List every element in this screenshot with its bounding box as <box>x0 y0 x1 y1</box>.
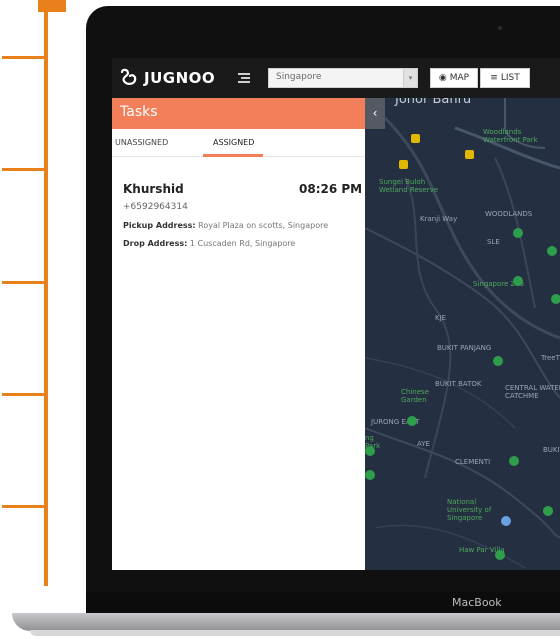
map-pin-icon[interactable] <box>543 506 553 516</box>
logo-text: JUGNOO <box>144 69 216 87</box>
map-label-central: CENTRAL WATER CATCHME <box>505 384 560 400</box>
map-label-bukit-panjang: BUKIT PANJANG <box>437 344 492 352</box>
tab-assigned[interactable]: ASSIGNED <box>213 138 254 147</box>
pickup-label: Pickup Address: <box>123 221 196 230</box>
map-pin-icon[interactable] <box>365 446 375 456</box>
map-label-chinese-garden: Chinese Garden <box>401 388 429 404</box>
list-view-button[interactable]: ≡ LIST <box>480 68 530 88</box>
map-label-sungei-buloh: Sungei Buloh Wetland Reserve <box>379 178 439 194</box>
task-card[interactable]: Khurshid 08:26 PM +6592964314 Pickup Add… <box>112 157 365 248</box>
laptop-base-shadow <box>30 630 560 636</box>
list-button-label: LIST <box>500 73 520 83</box>
list-icon: ≡ <box>490 73 498 83</box>
stage: MacBook JUGNOO Singapore ▾ ◉ MAP ≡ LIST … <box>0 0 560 639</box>
pickup-value: Royal Plaza on scotts, Singapore <box>198 221 329 230</box>
timeline-marker <box>38 0 66 12</box>
timeline-tick <box>2 393 46 396</box>
task-drop-address: Drop Address: 1 Cuscaden Rd, Singapore <box>123 239 295 248</box>
jugnoo-logo[interactable]: JUGNOO <box>118 65 215 91</box>
map-pin-icon[interactable] <box>495 550 505 560</box>
jugnoo-logo-icon <box>120 68 137 85</box>
laptop-base <box>12 613 560 631</box>
map-label-kranji: Kranji Way <box>420 215 458 223</box>
chevron-down-icon: ▾ <box>403 69 417 87</box>
map-pin-icon[interactable] <box>513 228 523 238</box>
timeline-line <box>44 0 48 586</box>
map-button-label: MAP <box>449 73 470 83</box>
map-marker-icon[interactable] <box>465 150 474 159</box>
map-label-sle: SLE <box>487 238 500 246</box>
map-marker-icon[interactable] <box>411 134 420 143</box>
globe-icon: ◉ <box>438 73 447 83</box>
map-pin-icon[interactable] <box>513 276 523 286</box>
map-label-bukit: BUKIT <box>543 446 560 454</box>
map-pin-icon[interactable] <box>501 516 511 526</box>
map-marker-icon[interactable] <box>399 160 408 169</box>
map-pin-icon[interactable] <box>365 470 375 480</box>
timeline-tick <box>2 505 46 508</box>
map-pin-icon[interactable] <box>509 456 519 466</box>
task-customer-name: Khurshid <box>123 182 184 196</box>
map-pin-icon[interactable] <box>551 294 560 304</box>
task-pickup-address: Pickup Address: Royal Plaza on scotts, S… <box>123 221 328 230</box>
tab-unassigned[interactable]: UNASSIGNED <box>115 138 168 147</box>
timeline-tick <box>2 281 46 284</box>
app-header: JUGNOO Singapore ▾ ◉ MAP ≡ LIST <box>112 58 560 98</box>
task-time: 08:26 PM <box>299 182 363 196</box>
map-pin-icon[interactable] <box>547 246 557 256</box>
map-label-aye: AYE <box>417 440 430 448</box>
timeline-tick <box>2 168 46 171</box>
laptop-screen: JUGNOO Singapore ▾ ◉ MAP ≡ LIST Tasks UN… <box>112 58 560 570</box>
tasks-title: Tasks <box>120 104 158 120</box>
drop-value: 1 Cuscaden Rd, Singapore <box>189 239 296 248</box>
map-label-bukit-batok: BUKIT BATOK <box>435 380 482 388</box>
city-select[interactable]: Singapore ▾ <box>268 68 418 88</box>
map-label-clementi: CLEMENTI <box>455 458 491 466</box>
map-label-johor-bahru: Johor Bahru <box>395 98 472 107</box>
laptop-brand: MacBook <box>452 596 502 609</box>
collapse-panel-button[interactable]: ‹ <box>365 98 385 129</box>
map-label-treetop: TreeT <box>541 354 560 362</box>
menu-icon[interactable] <box>238 72 250 84</box>
tasks-panel: Tasks UNASSIGNED ASSIGNED Khurshid 08:26… <box>112 98 365 570</box>
map-view[interactable]: ‹ Johor Bahru Woodlands Waterfront Park … <box>365 98 560 570</box>
task-phone: +6592964314 <box>123 202 188 212</box>
map-label-woodlands: Woodlands Waterfront Park <box>483 128 538 144</box>
drop-label: Drop Address: <box>123 239 188 248</box>
tasks-header: Tasks <box>112 98 365 129</box>
task-tabs: UNASSIGNED ASSIGNED <box>112 129 365 157</box>
camera-dot <box>498 26 502 30</box>
map-pin-icon[interactable] <box>407 416 417 426</box>
map-label-woodlands-town: WOODLANDS <box>485 210 533 218</box>
timeline-tick <box>2 56 46 59</box>
map-label-kje: KJE <box>435 314 447 322</box>
map-view-button[interactable]: ◉ MAP <box>430 68 478 88</box>
map-pin-icon[interactable] <box>493 356 503 366</box>
city-select-value: Singapore <box>276 72 322 82</box>
